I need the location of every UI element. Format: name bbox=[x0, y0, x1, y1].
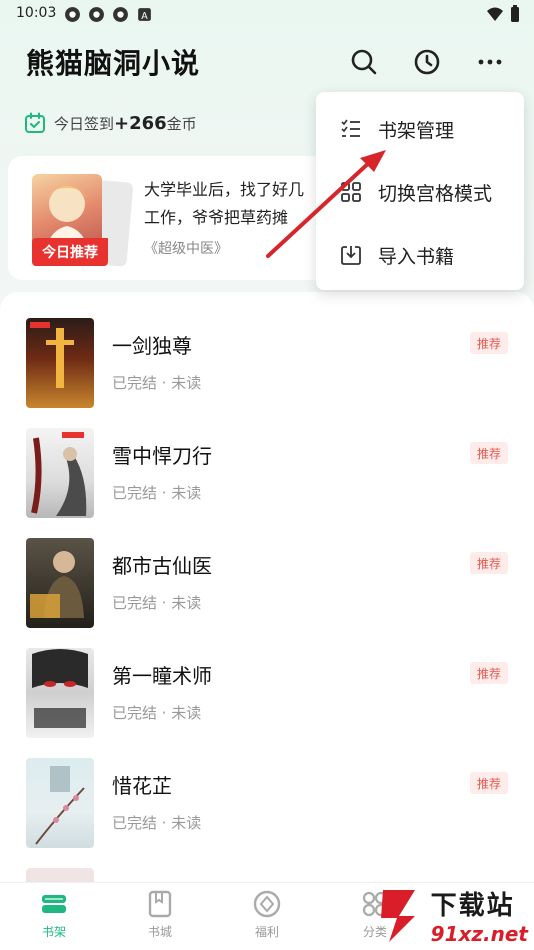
more-button[interactable] bbox=[472, 44, 508, 80]
nav-label: 书架 bbox=[41, 925, 66, 939]
menu-item-label: 导入书籍 bbox=[378, 245, 455, 268]
book-status: 已完结 · 未读 bbox=[112, 374, 202, 392]
notification-app-icon bbox=[89, 7, 104, 22]
bookshelf-list: 一剑独尊 已完结 · 未读 推荐 雪中悍刀行 已完结 · 未读 推荐 都市古仙医… bbox=[0, 292, 534, 882]
search-button[interactable] bbox=[346, 44, 382, 80]
recommend-tag: 推荐 bbox=[470, 332, 508, 354]
notification-icons: A bbox=[64, 6, 153, 23]
book-title: 一剑独尊 bbox=[112, 334, 192, 358]
book-cover-art bbox=[32, 649, 88, 728]
book-status: 已完结 · 未读 bbox=[112, 814, 202, 832]
menu-item-label: 切换宫格模式 bbox=[378, 182, 493, 205]
book-title: 都市古仙医 bbox=[112, 554, 212, 578]
book-cover bbox=[26, 428, 94, 518]
book-row[interactable]: 雪中悍刀行 已完结 · 未读 推荐 bbox=[0, 402, 534, 518]
recommend-tag: 推荐 bbox=[470, 772, 508, 794]
history-button[interactable] bbox=[409, 44, 445, 80]
book-cover bbox=[26, 318, 94, 408]
book-cover-art bbox=[30, 322, 74, 388]
menu-item-label: 书架管理 bbox=[378, 119, 455, 142]
recommend-source: 《超级中医》 bbox=[144, 241, 228, 257]
book-cover-art bbox=[31, 432, 87, 516]
watermark-logo-icon bbox=[380, 890, 415, 942]
menu-item-bookshelf-manage[interactable]: 书架管理 bbox=[340, 109, 454, 149]
book-row[interactable]: 都市古仙医 已完结 · 未读 推荐 bbox=[0, 512, 534, 628]
menu-item-grid-mode[interactable]: 切换宫格模式 bbox=[340, 172, 492, 212]
import-icon bbox=[341, 246, 361, 265]
book-cover bbox=[26, 648, 94, 738]
notification-app-icon bbox=[65, 7, 80, 22]
notification-a-icon: A bbox=[138, 8, 151, 22]
book-cover bbox=[26, 538, 94, 628]
book-title: 雪中悍刀行 bbox=[112, 444, 212, 468]
bookstore-icon bbox=[148, 890, 172, 918]
more-dropdown-menu: 书架管理 切换宫格模式 导入书籍 bbox=[316, 92, 524, 290]
nav-item-welfare[interactable]: 福利 bbox=[237, 889, 297, 940]
more-dots-icon bbox=[478, 59, 502, 65]
watermark-text: 下载站 bbox=[430, 890, 515, 921]
recommend-badge: 今日推荐 bbox=[32, 238, 108, 266]
recommend-description: 大学毕业后，找了好几 工作，爷爷把草药摊 bbox=[144, 176, 344, 232]
welfare-icon bbox=[253, 890, 281, 918]
checkin-label: 今日签到 bbox=[54, 114, 115, 133]
calendar-check-icon bbox=[25, 112, 45, 133]
book-row-partial[interactable] bbox=[0, 842, 534, 882]
battery-icon bbox=[511, 5, 519, 22]
svg-text:A: A bbox=[141, 11, 148, 22]
nav-label: 福利 bbox=[254, 925, 279, 939]
bookshelf-icon bbox=[42, 895, 66, 913]
book-cover-art bbox=[35, 766, 85, 845]
wifi-icon bbox=[487, 7, 503, 21]
notification-app-icon bbox=[113, 7, 128, 22]
status-bar: 10:03 A bbox=[0, 0, 534, 28]
book-title: 第一瞳术师 bbox=[112, 664, 212, 688]
list-check-icon bbox=[341, 119, 360, 137]
checkin-unit: 金币 bbox=[166, 114, 197, 133]
recommend-tag: 推荐 bbox=[470, 442, 508, 464]
book-status: 已完结 · 未读 bbox=[112, 594, 202, 612]
watermark-url: 91xz.net bbox=[430, 921, 528, 946]
book-status: 已完结 · 未读 bbox=[112, 484, 202, 502]
book-cover-art bbox=[30, 551, 84, 618]
search-icon bbox=[351, 49, 377, 75]
watermark: 下载站 91xz.net bbox=[375, 884, 528, 946]
nav-label: 书城 bbox=[147, 925, 172, 939]
book-status: 已完结 · 未读 bbox=[112, 704, 202, 722]
checkin-row[interactable]: 今日签到+266金币 bbox=[24, 112, 197, 134]
book-row[interactable]: 第一瞳术师 已完结 · 未读 推荐 bbox=[0, 622, 534, 738]
status-time: 10:03 bbox=[16, 5, 57, 21]
nav-item-bookshelf[interactable]: 书架 bbox=[24, 889, 84, 940]
book-cover bbox=[26, 758, 94, 848]
checkin-amount: +266 bbox=[114, 112, 167, 134]
recommend-tag: 推荐 bbox=[470, 552, 508, 574]
app-title: 熊猫脑洞小说 bbox=[26, 47, 201, 80]
recommend-desc-line: 工作，爷爷把草药摊 bbox=[144, 208, 289, 227]
book-row[interactable]: 一剑独尊 已完结 · 未读 推荐 bbox=[0, 292, 534, 408]
recommend-tag: 推荐 bbox=[470, 662, 508, 684]
clock-icon bbox=[414, 49, 440, 75]
book-row[interactable]: 惜花芷 已完结 · 未读 推荐 bbox=[0, 732, 534, 848]
daily-recommend-card[interactable]: 今日推荐 大学毕业后，找了好几 工作，爷爷把草药摊 《超级中医》 bbox=[8, 156, 348, 280]
recommend-desc-line: 大学毕业后，找了好几 bbox=[144, 180, 305, 199]
menu-item-import-books[interactable]: 导入书籍 bbox=[340, 235, 454, 275]
grid-icon bbox=[341, 182, 361, 202]
book-cover bbox=[26, 868, 94, 882]
book-title: 惜花芷 bbox=[112, 774, 172, 798]
system-icons bbox=[486, 5, 520, 23]
nav-item-bookstore[interactable]: 书城 bbox=[130, 889, 190, 940]
